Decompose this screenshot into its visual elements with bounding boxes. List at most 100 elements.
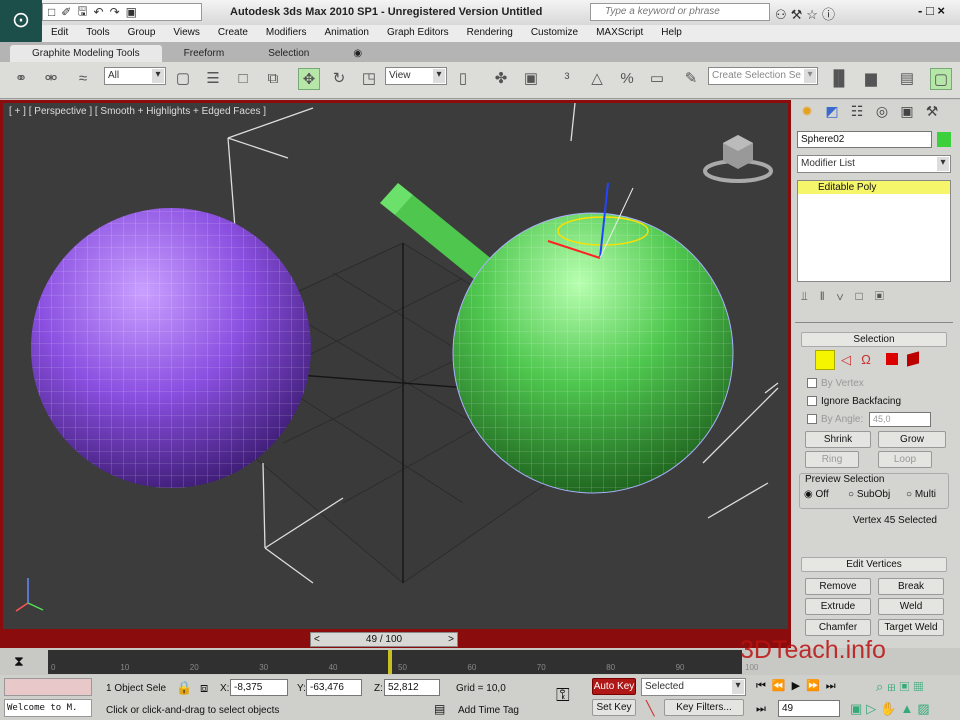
maxscript-listener-output[interactable] (4, 678, 92, 696)
menu-tools[interactable]: Tools (77, 25, 118, 42)
menu-customize[interactable]: Customize (522, 25, 587, 42)
scale-icon[interactable]: ◳ (358, 68, 380, 90)
break-button[interactable]: Break (878, 578, 944, 595)
stack-controls[interactable]: ⫫‖∨□▣ (801, 289, 896, 304)
rotate-icon[interactable]: ↻ (328, 68, 350, 90)
reference-coordinate-dropdown[interactable]: View (385, 67, 447, 85)
app-logo-button[interactable]: ⊙ (0, 0, 42, 44)
selection-rollout-header[interactable]: Selection (801, 332, 947, 347)
window-controls[interactable]: - □ × (918, 3, 945, 18)
preview-subobj-radio[interactable]: ○ SubObj (848, 489, 890, 500)
ribbon-toggle-icon[interactable]: ◉ (331, 45, 384, 62)
set-key-button[interactable]: Set Key (592, 699, 636, 716)
align-icon[interactable]: ▆ (860, 68, 882, 90)
pivot-icon[interactable]: ▯ (452, 68, 474, 90)
preview-off-radio[interactable]: ◉ Off (804, 489, 829, 500)
graphite-toggle-icon[interactable]: ▢ (930, 68, 952, 90)
window-crossing-icon[interactable]: ⧉ (262, 68, 284, 90)
modify-tab-icon[interactable]: ◩ (821, 103, 843, 123)
by-vertex-checkbox[interactable]: By Vertex (807, 378, 864, 389)
selection-filter-dropdown[interactable]: All (104, 67, 166, 85)
ring-button[interactable]: Ring (805, 451, 859, 468)
curve-editor-icon[interactable]: ⧗ (14, 653, 24, 670)
loop-button[interactable]: Loop (878, 451, 932, 468)
stack-item-editable-poly[interactable]: Editable Poly (798, 181, 950, 194)
menu-modifiers[interactable]: Modifiers (257, 25, 316, 42)
add-time-tag[interactable]: Add Time Tag (458, 705, 519, 716)
weld-button[interactable]: Weld (878, 598, 944, 615)
tab-selection[interactable]: Selection (246, 45, 331, 62)
key-mode-dropdown[interactable]: Selected (641, 678, 746, 696)
utilities-tab-icon[interactable]: ⚒ (921, 103, 943, 123)
element-mode-icon[interactable] (907, 351, 919, 367)
save-icon[interactable]: 🖫 (77, 2, 87, 23)
menu-animation[interactable]: Animation (315, 25, 377, 42)
menu-graph-editors[interactable]: Graph Editors (378, 25, 458, 42)
unlink-icon[interactable]: ⚮ (40, 68, 62, 90)
infocenter-icons[interactable]: ⚇⚒☆ⓘ (775, 4, 839, 23)
playback-controls[interactable]: ⏮⏪▶⏩⏭ (756, 679, 842, 693)
next-frame-icon[interactable]: > (448, 633, 457, 646)
menu-edit[interactable]: Edit (42, 25, 77, 42)
modifier-list-dropdown[interactable]: Modifier List (797, 155, 951, 173)
tab-graphite-modeling-tools[interactable]: Graphite Modeling Tools (10, 45, 162, 62)
shrink-button[interactable]: Shrink (805, 431, 871, 448)
polygon-mode-icon[interactable] (886, 353, 898, 365)
object-name-input[interactable]: Sphere02 (797, 131, 932, 148)
maxscript-listener-input[interactable]: Welcome to M. (4, 699, 92, 717)
selection-region-icon[interactable]: □ (232, 68, 254, 90)
move-icon[interactable]: ✥ (298, 68, 320, 90)
chamfer-button[interactable]: Chamfer (805, 619, 871, 636)
absolute-mode-icon[interactable]: ⧈ (200, 680, 208, 696)
display-tab-icon[interactable]: ▣ (896, 103, 918, 123)
select-object-icon[interactable]: ▢ (172, 68, 194, 90)
tab-freeform[interactable]: Freeform (162, 45, 247, 62)
open-icon[interactable]: ✐ (61, 5, 71, 19)
key-filters-button[interactable]: Key Filters... (664, 699, 744, 716)
snaps-toggle-icon[interactable]: ³ (556, 68, 578, 90)
edge-mode-icon[interactable]: ◁ (841, 352, 851, 368)
menu-group[interactable]: Group (119, 25, 165, 42)
key-tangent-icon[interactable]: ╲ (646, 700, 654, 717)
y-coordinate-input[interactable]: -63,476 (306, 679, 362, 696)
time-slider[interactable]: <49 / 100 > (310, 632, 458, 647)
viewport-navigation-icons[interactable]: ⌕⊞▣▦ (876, 679, 927, 695)
motion-tab-icon[interactable]: ◎ (871, 103, 893, 123)
set-key-icon[interactable]: ⚿ (556, 685, 570, 706)
prev-frame-icon[interactable]: < (311, 633, 320, 646)
layer-manager-icon[interactable]: ▤ (896, 68, 918, 90)
new-icon[interactable]: □ (48, 5, 55, 19)
link-icon[interactable]: ⚭ (10, 68, 32, 90)
current-frame-input[interactable]: 49 (778, 700, 840, 717)
undo-icon[interactable]: ↶ (94, 5, 104, 19)
spinner-snap-icon[interactable]: ▭ (646, 68, 668, 90)
select-by-name-icon[interactable]: ☰ (202, 68, 224, 90)
vertex-mode-icon[interactable] (815, 350, 835, 370)
mirror-icon[interactable]: ▐▌ (828, 68, 850, 90)
search-input[interactable]: Type a keyword or phrase (590, 3, 770, 21)
bind-spacewarp-icon[interactable]: ≈ (72, 68, 94, 90)
z-coordinate-input[interactable]: 52,812 (384, 679, 440, 696)
purple-sphere[interactable] (31, 208, 311, 488)
menu-views[interactable]: Views (164, 25, 209, 42)
menu-maxscript[interactable]: MAXScript (587, 25, 652, 42)
viewcube-icon[interactable] (703, 135, 773, 183)
key-mode-toggle-icon[interactable]: ⏭ (756, 703, 766, 716)
by-angle-checkbox[interactable]: By Angle: (807, 414, 863, 425)
track-bar[interactable]: 0 10 20 30 40 50 60 70 80 90 100 (48, 650, 758, 674)
object-color-swatch[interactable] (937, 132, 951, 147)
redo-icon[interactable]: ↷ (110, 5, 120, 19)
preview-multi-radio[interactable]: ○ Multi (906, 489, 936, 500)
x-coordinate-input[interactable]: -8,375 (230, 679, 288, 696)
by-angle-input[interactable]: 45,0 (869, 412, 931, 427)
project-icon[interactable]: ▣ (126, 5, 137, 19)
menu-rendering[interactable]: Rendering (458, 25, 522, 42)
grow-button[interactable]: Grow (878, 431, 946, 448)
named-selection-dropdown[interactable]: Create Selection Se (708, 67, 818, 85)
perspective-viewport[interactable]: [ + ] [ Perspective ] [ Smooth + Highlig… (0, 100, 791, 632)
viewport-navigation-icons-2[interactable]: ▣▷✋▲▨ (850, 701, 934, 717)
keyboard-shortcut-icon[interactable]: ▣ (520, 68, 542, 90)
hierarchy-tab-icon[interactable]: ☷ (846, 103, 868, 123)
auto-key-button[interactable]: Auto Key (592, 678, 636, 695)
current-frame-marker[interactable] (388, 650, 393, 674)
